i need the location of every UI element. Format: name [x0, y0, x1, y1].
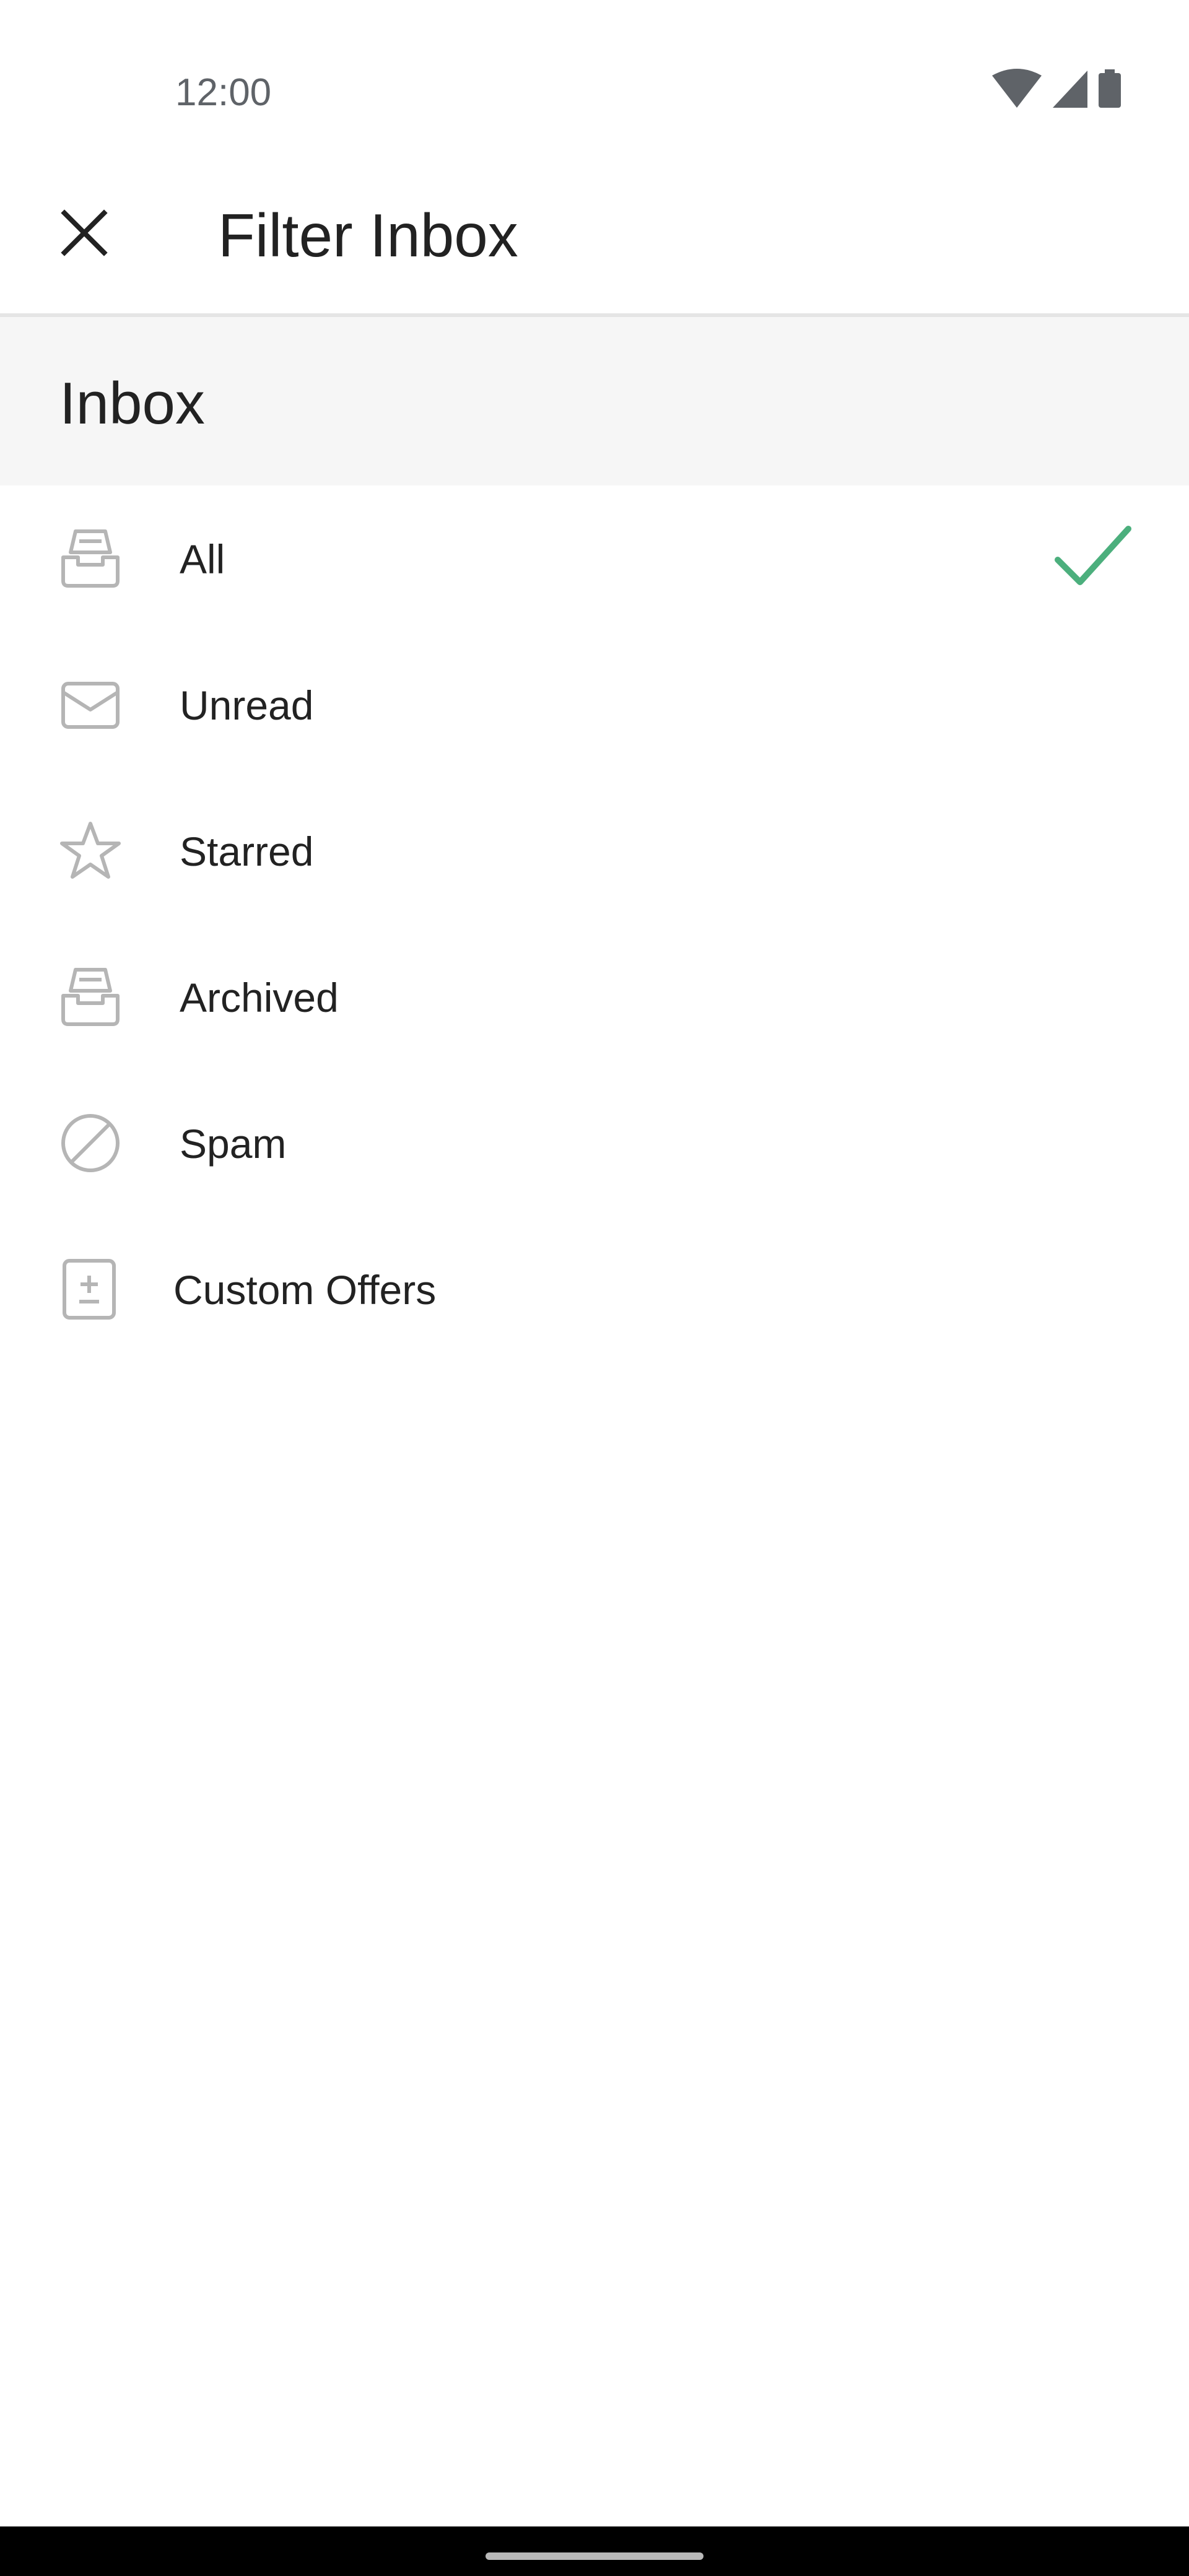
app-bar: Filter Inbox	[0, 161, 1189, 317]
filter-item-archived[interactable]: Archived	[0, 924, 1189, 1070]
filter-item-unread[interactable]: Unread	[0, 632, 1189, 778]
page-title: Filter Inbox	[218, 201, 518, 269]
inbox-tray-icon	[61, 529, 120, 588]
close-button[interactable]	[43, 192, 125, 274]
envelope-icon	[61, 682, 120, 729]
cellular-signal-icon	[1053, 71, 1087, 108]
close-icon	[61, 209, 108, 256]
checkmark-icon	[1055, 526, 1131, 585]
filter-item-starred[interactable]: Starred	[0, 778, 1189, 924]
filter-item-label: Starred	[180, 829, 314, 874]
section-title: Inbox	[59, 370, 205, 437]
filter-item-label: All	[180, 536, 225, 582]
status-bar: 12:00	[0, 0, 1189, 161]
status-icons-svg	[992, 69, 1121, 108]
status-icons	[991, 67, 1139, 116]
home-gesture-handle[interactable]	[486, 2552, 703, 2560]
filter-item-label: Custom Offers	[173, 1267, 437, 1313]
filter-item-label: Unread	[180, 682, 314, 728]
section-header: Inbox	[0, 317, 1189, 485]
filter-item-spam[interactable]: Spam	[0, 1070, 1189, 1216]
filter-item-custom-offers[interactable]: Custom Offers	[0, 1216, 1189, 1362]
system-navigation-bar	[0, 2526, 1189, 2576]
filter-item-label: Archived	[180, 975, 339, 1020]
filter-list: All Unread Starred Archived Spam Custom …	[0, 485, 1189, 1362]
star-icon	[60, 822, 121, 879]
archive-tray-icon	[61, 968, 120, 1026]
battery-icon	[1099, 69, 1121, 108]
block-icon	[61, 1114, 120, 1172]
filter-item-all[interactable]: All	[0, 485, 1189, 632]
filter-item-label: Spam	[180, 1121, 287, 1167]
custom-offer-icon	[63, 1259, 116, 1320]
status-time: 12:00	[175, 71, 272, 114]
wifi-icon	[992, 69, 1042, 108]
